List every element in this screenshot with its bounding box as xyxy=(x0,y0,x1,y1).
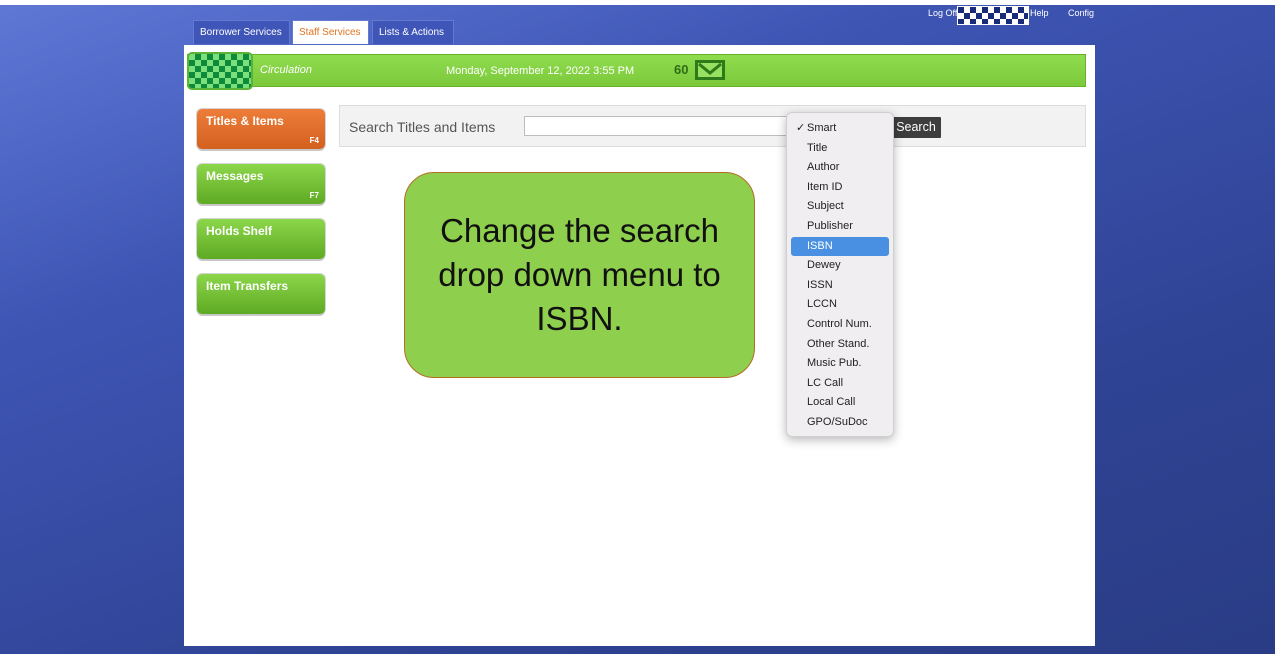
option-label: Publisher xyxy=(807,219,853,232)
option-label: Local Call xyxy=(807,396,856,409)
option-label: LC Call xyxy=(807,376,844,389)
item-transfers-button[interactable]: Item Transfers xyxy=(197,274,325,314)
dropdown-option-title[interactable]: Title xyxy=(791,139,889,159)
dropdown-option-gpo-sudoc[interactable]: GPO/SuDoc xyxy=(791,413,889,433)
dropdown-option-item-id[interactable]: Item ID xyxy=(791,178,889,198)
dropdown-option-publisher[interactable]: Publisher xyxy=(791,217,889,237)
callout-text: Change the search drop down menu to ISBN… xyxy=(438,212,721,337)
date-time: Monday, September 12, 2022 3:55 PM xyxy=(446,65,635,77)
mail-icon[interactable] xyxy=(695,60,725,80)
option-label: Other Stand. xyxy=(807,337,870,350)
option-label: Smart xyxy=(807,122,837,134)
option-label: Dewey xyxy=(807,259,841,272)
dropdown-option-lccn[interactable]: LCCN xyxy=(791,295,889,315)
titles-items-label: Titles & Items xyxy=(206,114,284,128)
option-label: Title xyxy=(807,141,828,154)
option-label: ISBN xyxy=(807,239,833,252)
circulation-logo xyxy=(187,52,253,90)
search-panel: Search Titles and Items Search xyxy=(339,105,1086,147)
dropdown-option-smart[interactable]: ✓ Smart xyxy=(791,119,889,139)
option-label: Control Num. xyxy=(807,317,872,330)
tab-borrower-services[interactable]: Borrower Services xyxy=(193,20,290,44)
titles-items-button[interactable]: Titles & Items F4 xyxy=(197,109,325,149)
search-input[interactable] xyxy=(524,116,794,136)
option-label: Music Pub. xyxy=(807,357,862,370)
dropdown-option-other-stand[interactable]: Other Stand. xyxy=(791,335,889,355)
dropdown-option-author[interactable]: Author xyxy=(791,158,889,178)
user-badge-icon xyxy=(957,6,1029,25)
circulation-bar: Circulation Monday, September 12, 2022 3… xyxy=(187,54,1086,87)
dropdown-option-subject[interactable]: Subject xyxy=(791,197,889,217)
help-link[interactable]: Help xyxy=(1030,8,1049,18)
dropdown-option-issn[interactable]: ISSN xyxy=(791,276,889,296)
item-transfers-label: Item Transfers xyxy=(206,279,289,293)
dropdown-option-control-num[interactable]: Control Num. xyxy=(791,315,889,335)
config-link[interactable]: Config xyxy=(1068,8,1094,18)
option-label: Subject xyxy=(807,200,844,213)
dropdown-option-music-pub[interactable]: Music Pub. xyxy=(791,354,889,374)
messages-button[interactable]: Messages F7 xyxy=(197,164,325,204)
checkmark-icon: ✓ xyxy=(796,122,806,134)
option-label: GPO/SuDoc xyxy=(807,415,868,428)
dropdown-option-isbn[interactable]: ISBN xyxy=(791,236,889,257)
instruction-callout: Change the search drop down menu to ISBN… xyxy=(404,172,755,378)
holds-shelf-label: Holds Shelf xyxy=(206,224,273,238)
log-off-link[interactable]: Log Off xyxy=(928,8,957,18)
messages-key: F7 xyxy=(309,191,319,200)
messages-label: Messages xyxy=(206,169,264,183)
option-label: Author xyxy=(807,161,840,174)
search-button[interactable]: Search xyxy=(891,117,941,138)
search-label: Search Titles and Items xyxy=(349,119,496,135)
circulation-label: Circulation xyxy=(260,64,312,76)
top-white-strip xyxy=(0,0,1275,5)
option-label: LCCN xyxy=(807,298,837,311)
option-label: Item ID xyxy=(807,180,843,193)
titles-items-key: F4 xyxy=(309,136,319,145)
option-label: ISSN xyxy=(807,278,833,291)
dropdown-option-lc-call[interactable]: LC Call xyxy=(791,374,889,394)
dropdown-option-dewey[interactable]: Dewey xyxy=(791,256,889,276)
dropdown-option-local-call[interactable]: Local Call xyxy=(791,393,889,413)
search-type-dropdown[interactable]: ✓ Smart Title Author Item ID Subject Publ… xyxy=(786,112,894,437)
tab-staff-services[interactable]: Staff Services xyxy=(292,20,369,44)
holds-shelf-button[interactable]: Holds Shelf xyxy=(197,219,325,259)
tab-lists-actions[interactable]: Lists & Actions xyxy=(372,20,454,44)
message-count: 60 xyxy=(674,62,689,77)
